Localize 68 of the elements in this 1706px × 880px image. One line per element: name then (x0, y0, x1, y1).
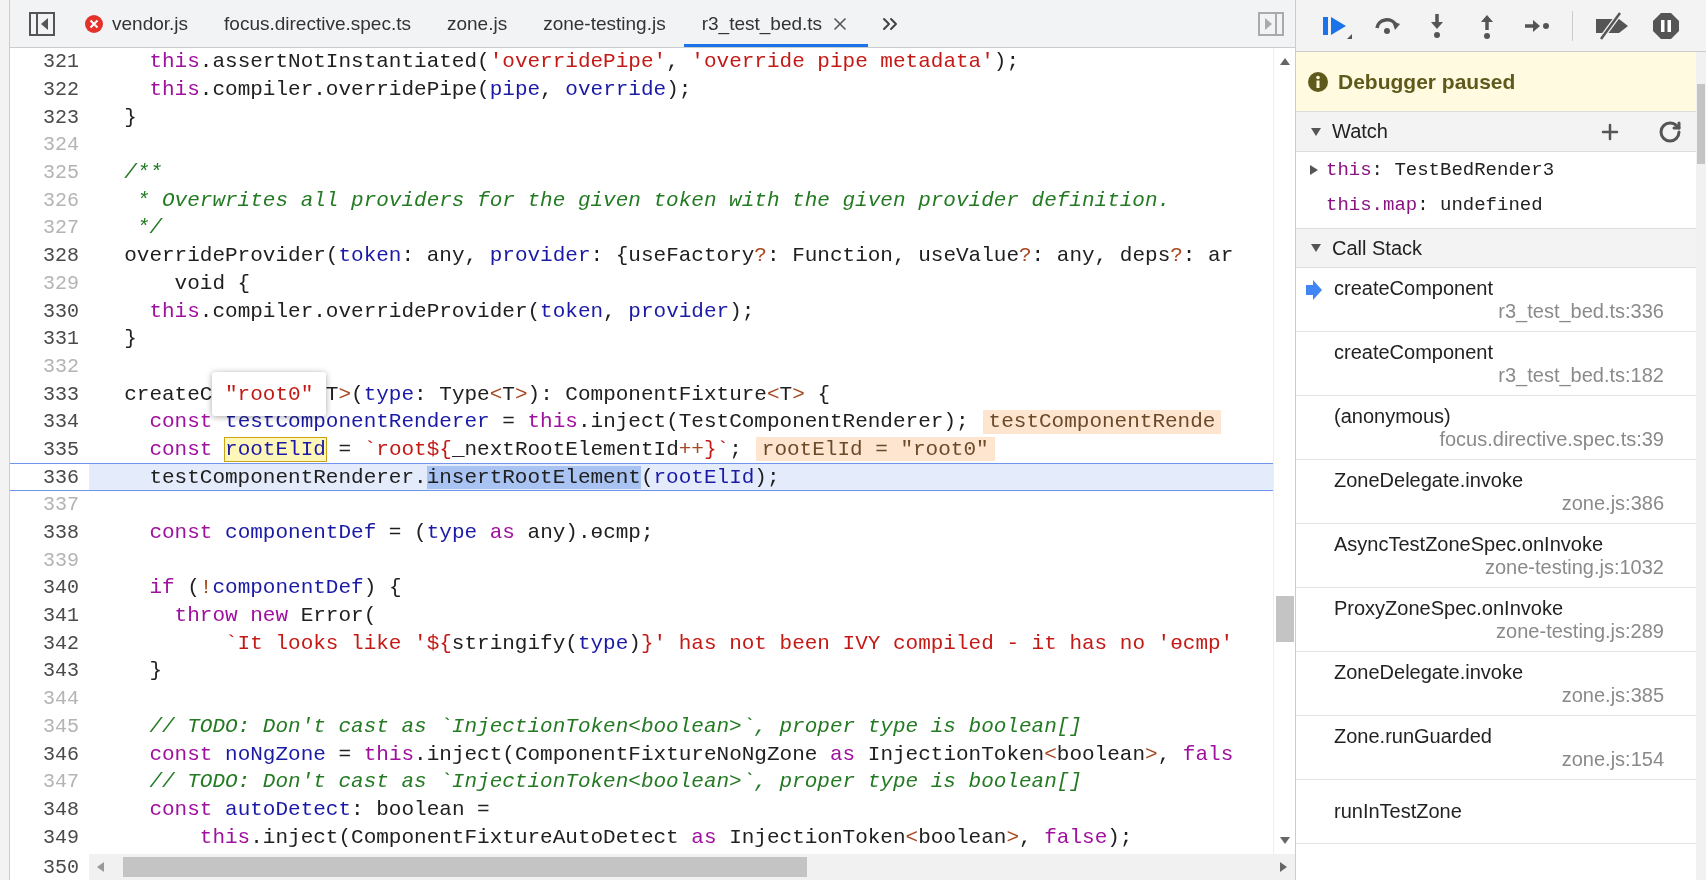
inline-value: testComponentRende (982, 409, 1222, 434)
code-line: /** (123, 161, 162, 185)
vertical-scrollbar[interactable] (1696, 52, 1706, 880)
file-tab[interactable]: focus.directive.spec.ts (206, 0, 429, 47)
disclosure-triangle-icon[interactable] (1310, 242, 1322, 254)
function-name: ZoneDelegate.invoke (1334, 468, 1524, 492)
function-name: ZoneDelegate.invoke (1334, 660, 1524, 684)
scrollbar-thumb[interactable] (123, 857, 807, 877)
code-line: this.compiler.overridePipe(pipe, override); (148, 78, 692, 102)
file-tab[interactable]: zone-testing.js (525, 0, 684, 47)
code-line: const noNgZone = this.inject(ComponentFixtureNoNgZone as InjectionToken<boolean>, fals (148, 742, 1234, 766)
vertical-scrollbar[interactable] (1273, 48, 1295, 854)
section-title: Call Stack (1332, 236, 1423, 260)
info-icon (1308, 71, 1328, 92)
file-tab[interactable]: zone.js (428, 0, 526, 47)
function-name: AsyncTestZoneSpec.onInvoke (1334, 532, 1605, 556)
code-line: * Overwrites all providers for the given token with the given provider definition. (135, 188, 1171, 212)
line-number[interactable]: 336 (10, 464, 89, 490)
code-line: overrideProvider(token: any, provider: {useFactory?: Function, useValue?: any, deps?: ar (123, 244, 1234, 268)
code-line: T>(type: Type<T>): ComponentFixture<T> { (325, 382, 831, 406)
scroll-down-icon[interactable] (1278, 836, 1291, 846)
scrollbar-thumb[interactable] (1276, 596, 1294, 642)
paused-status: Debugger paused (1338, 69, 1516, 94)
source-location[interactable]: zone.js:386 (1561, 491, 1664, 515)
source-location[interactable]: focus.directive.spec.ts:39 (1439, 427, 1664, 451)
code-line: `It looks like '${stringify(type)}' has not been IVY compiled - it has no 'ɵcmp' (224, 631, 1234, 655)
function-name: Zone.runGuarded (1334, 724, 1493, 748)
watch-expression[interactable]: this.map: undefined (1326, 193, 1543, 216)
source-location[interactable]: zone.js:154 (1561, 747, 1664, 771)
file-tab[interactable]: r3_test_bed.ts (683, 0, 869, 47)
code-line: const rootElId = `root${_nextRootElementId++}`; (148, 437, 742, 461)
call-stack-header[interactable]: Call Stack (1296, 228, 1696, 268)
horizontal-scrollbar[interactable] (89, 854, 1295, 880)
function-name: (anonymous) (1334, 404, 1452, 428)
section-title: Watch (1332, 120, 1388, 143)
source-location[interactable]: zone.js:385 (1561, 683, 1664, 707)
refresh-icon[interactable] (1658, 119, 1682, 144)
function-name: runInTestZone (1334, 800, 1463, 823)
code-line: void { (173, 271, 251, 295)
function-name: createComponent (1334, 276, 1494, 300)
watch-header[interactable]: Watch (1296, 112, 1696, 152)
code-line: testComponentRenderer.insertRootElement(rootElId); (148, 465, 780, 489)
code-line: // TODO: Don't cast as `InjectionToken<boolean>`, proper type is boolean[] (148, 770, 1082, 794)
code-line: if (!componentDef) { (148, 576, 402, 600)
code-line: this.assertNotInstantiated('overridePipe', 'override pipe metadata'); (148, 50, 1019, 74)
scroll-right-icon[interactable] (1279, 861, 1289, 873)
function-name: createComponent (1334, 340, 1494, 364)
disclosure-triangle-icon[interactable] (1310, 125, 1322, 138)
code-line: } (123, 327, 137, 351)
code-line: throw new Error( (173, 604, 377, 628)
code-line: */ (135, 216, 162, 240)
code-line: createC (123, 382, 213, 406)
code-line: const componentDef = (type as any).ɵcmp; (148, 521, 654, 545)
scroll-up-icon[interactable] (1278, 56, 1291, 66)
watch-expression[interactable]: this: TestBedRender3 (1326, 158, 1555, 181)
expand-triangle-icon[interactable] (1308, 163, 1320, 176)
inline-value: rootElId = "root0" (755, 437, 995, 462)
function-name: ProxyZoneSpec.onInvoke (1334, 596, 1565, 620)
code-line: } (148, 659, 162, 683)
code-line: this.inject(ComponentFixtureAutoDetect as InjectionToken<boolean>, false); (198, 825, 1133, 849)
code-line: } (123, 105, 137, 129)
file-tab[interactable]: vendor.js (66, 0, 207, 47)
code-line: const autoDetect: boolean = (148, 797, 490, 821)
value-tooltip: "root0" (212, 372, 326, 417)
pause-on-exceptions-icon[interactable] (1651, 10, 1681, 41)
scrollbar-thumb[interactable] (1697, 84, 1705, 164)
code-line: this.compiler.overrideProvider(token, provider); (148, 299, 755, 323)
code-line: // TODO: Don't cast as `InjectionToken<boolean>`, proper type is boolean[] (148, 714, 1082, 738)
